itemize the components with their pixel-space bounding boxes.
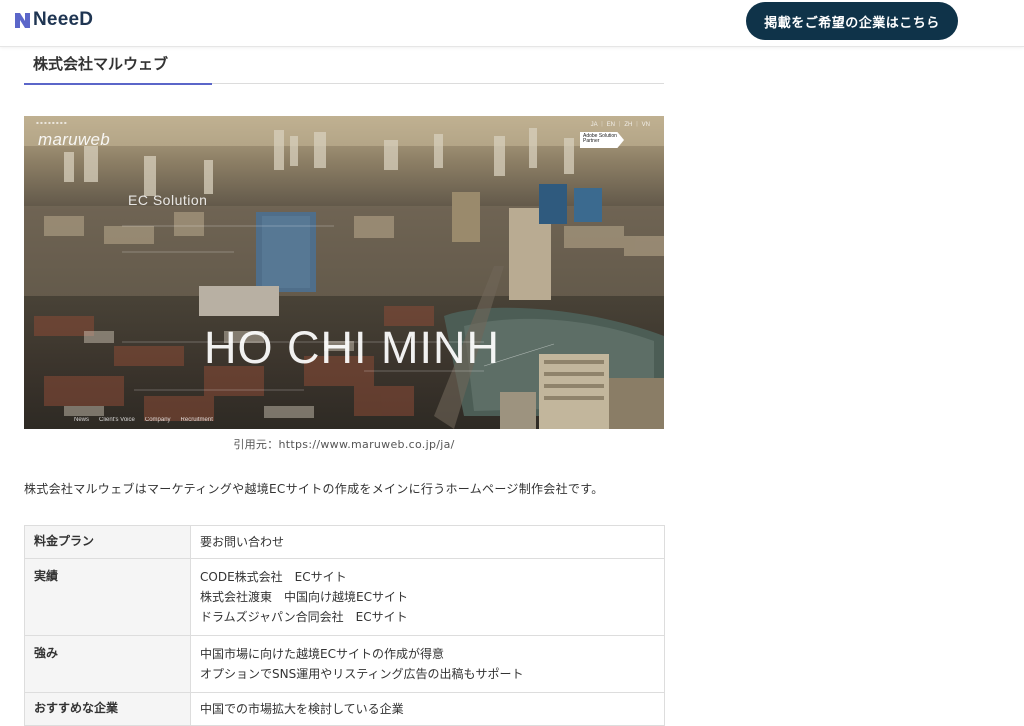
hero-solution-label: EC Solution: [128, 192, 208, 208]
hero-nav-item: News: [74, 417, 90, 423]
row-label: おすすめな企業: [24, 692, 191, 726]
company-info-table: 料金プラン 要お問い合わせ 実績 CODE株式会社 ECサイト 株式会社渡東 中…: [24, 525, 665, 726]
row-value-line: オプションでSNS運用やリスティング広告の出稿もサポート: [200, 667, 524, 681]
company-heading: 株式会社マルウェブ: [24, 48, 664, 85]
table-row: 料金プラン 要お問い合わせ: [24, 525, 665, 559]
heading-accent-bar: [24, 83, 212, 85]
company-intro-text: 株式会社マルウェブはマーケティングや越境ECサイトの作成をメインに行うホームペー…: [24, 482, 604, 496]
row-value: 要お問い合わせ: [190, 525, 665, 559]
row-value-line: ドラムズジャパン合同会社 ECサイト: [200, 610, 408, 624]
page-title: 株式会社マルウェブ: [33, 55, 169, 73]
hero-brand-logo: maruweb: [38, 130, 111, 149]
table-row: おすすめな企業 中国での市場拡大を検討している企業: [24, 692, 665, 726]
logo-mark-icon: [15, 12, 30, 28]
hero-partner-badge: Adobe Solution Partner: [580, 132, 624, 148]
site-logo[interactable]: NeeeD: [15, 9, 93, 31]
hero-nav-item: Client's Voice: [99, 417, 135, 423]
company-screenshot-image: ▪ ▪ ▪ ▪ ▪ ▪ ▪ ▪ maruweb JA ｜ EN ｜ ZH ｜ V…: [24, 116, 664, 429]
hero-footer-nav: News Client's Voice Company Recruitment: [74, 417, 213, 423]
row-value-line: 中国市場に向けた越境ECサイトの作成が得意: [200, 647, 444, 661]
row-label: 強み: [24, 635, 191, 693]
hero-language-switch: JA ｜ EN ｜ ZH ｜ VN: [590, 122, 650, 128]
row-value-line: 株式会社渡東 中国向け越境ECサイト: [200, 590, 408, 604]
row-value: 中国市場に向けた越境ECサイトの作成が得意 オプションでSNS運用やリスティング…: [190, 635, 665, 693]
row-value-line: CODE株式会社 ECサイト: [200, 570, 347, 584]
hero-city-title: HO CHI MINH: [204, 322, 500, 373]
table-row: 強み 中国市場に向けた越境ECサイトの作成が得意 オプションでSNS運用やリステ…: [24, 635, 665, 693]
image-source-caption: 引用元：https://www.maruweb.co.jp/ja/: [233, 438, 455, 451]
row-value-line: 中国での市場拡大を検討している企業: [200, 702, 404, 716]
hero-nav-item: Recruitment: [180, 417, 213, 423]
table-row: 実績 CODE株式会社 ECサイト 株式会社渡東 中国向け越境ECサイト ドラム…: [24, 558, 665, 636]
listing-request-button[interactable]: 掲載をご希望の企業はこちら: [746, 2, 958, 40]
row-label: 実績: [24, 558, 191, 636]
row-label: 料金プラン: [24, 525, 191, 559]
row-value: CODE株式会社 ECサイト 株式会社渡東 中国向け越境ECサイト ドラムズジャ…: [190, 558, 665, 636]
hero-nav-item: Company: [144, 417, 171, 423]
city-skyline-illustration: [24, 116, 664, 429]
row-value-line: 要お問い合わせ: [200, 535, 285, 549]
site-header: NeeeD 掲載をご希望の企業はこちら: [0, 0, 1024, 47]
logo-text: NeeeD: [33, 9, 94, 30]
hero-tagline-fine-print: ▪ ▪ ▪ ▪ ▪ ▪ ▪ ▪: [36, 120, 67, 125]
row-value: 中国での市場拡大を検討している企業: [190, 692, 665, 726]
